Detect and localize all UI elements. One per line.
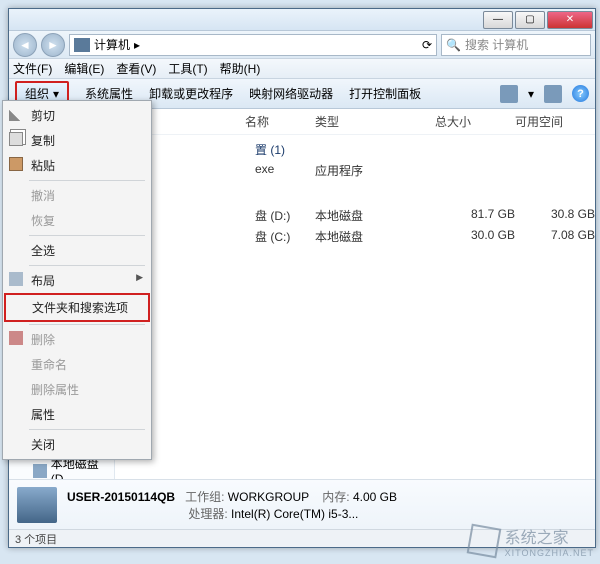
memory-label: 内存: [322,490,349,504]
delete-icon [9,331,23,345]
menu-edit[interactable]: 编辑(E) [64,60,104,77]
menu-layout[interactable]: 布局 [5,268,149,293]
toolbar-control-panel[interactable]: 打开控制面板 [349,85,421,102]
breadcrumb[interactable]: 计算机 [94,36,130,53]
col-total[interactable]: 总大小 [435,113,515,130]
col-name[interactable]: 名称 [245,113,315,130]
menu-rename: 重命名 [5,352,149,377]
nav-row: ◄ ► 计算机 ▸ ⟳ 🔍 搜索 计算机 [9,31,595,59]
menu-delete: 删除 [5,327,149,352]
titlebar: — ▢ ✕ [9,9,595,31]
maximize-button[interactable]: ▢ [515,11,545,29]
menu-close[interactable]: 关闭 [5,432,149,457]
menu-folder-options[interactable]: 文件夹和搜索选项 [4,293,150,322]
menu-remove-props: 删除属性 [5,377,149,402]
separator [29,180,145,181]
menu-cut[interactable]: 剪切 [5,103,149,128]
watermark-url: XITONGZHIA.NET [505,548,594,558]
list-item[interactable]: exe 应用程序 [115,160,595,181]
search-placeholder: 搜索 计算机 [465,36,528,53]
cpu-value: Intel(R) Core(TM) i5-3... [231,507,358,521]
chevron-down-icon[interactable]: ▾ [528,87,534,101]
breadcrumb-sep: ▸ [134,38,140,52]
menu-select-all[interactable]: 全选 [5,238,149,263]
paste-icon [9,157,23,171]
separator [29,265,145,266]
details-pane: USER-20150114QB 工作组: WORKGROUP 内存: 4.00 … [9,479,595,529]
menu-properties[interactable]: 属性 [5,402,149,427]
organize-menu: 剪切 复制 粘贴 撤消 恢复 全选 布局 文件夹和搜索选项 删除 重命名 删除属… [2,100,152,460]
toolbar-map-drive[interactable]: 映射网络驱动器 [249,85,333,102]
cpu-label: 处理器: [188,507,227,521]
menu-copy[interactable]: 复制 [5,128,149,153]
list-item-drive-d[interactable]: 盘 (D:) 本地磁盘 81.7 GB 30.8 GB [115,205,595,226]
toolbar-uninstall[interactable]: 卸载或更改程序 [149,85,233,102]
copy-icon [9,132,23,146]
back-button[interactable]: ◄ [13,33,37,57]
computer-icon [17,487,57,523]
col-free[interactable]: 可用空间 [515,113,595,130]
separator [29,235,145,236]
watermark-logo-icon [466,524,501,559]
view-icon[interactable] [500,85,518,103]
workgroup-label: 工作组: [185,490,224,504]
menu-file[interactable]: 文件(F) [13,60,52,77]
col-type[interactable]: 类型 [315,113,435,130]
forward-button[interactable]: ► [41,33,65,57]
scissors-icon [9,107,23,121]
computer-name: USER-20150114QB [67,490,175,504]
separator [29,324,145,325]
computer-icon [74,38,90,52]
menu-help[interactable]: 帮助(H) [220,60,261,77]
separator [29,429,145,430]
column-headers: 名称 类型 总大小 可用空间 [115,109,595,135]
menu-view[interactable]: 查看(V) [116,60,156,77]
section-hdd[interactable]: 置 (1) [115,135,595,160]
watermark: 系统之家 XITONGZHIA.NET [469,524,594,558]
menu-tools[interactable]: 工具(T) [168,60,207,77]
workgroup-value: WORKGROUP [228,490,309,504]
menu-undo: 撤消 [5,183,149,208]
menu-redo: 恢复 [5,208,149,233]
drive-icon [33,464,47,478]
chevron-down-icon: ▾ [53,87,59,101]
help-icon[interactable]: ? [572,85,589,102]
close-button[interactable]: ✕ [547,11,593,29]
refresh-icon[interactable]: ⟳ [422,38,432,52]
list-item-drive-c[interactable]: 盘 (C:) 本地磁盘 30.0 GB 7.08 GB [115,226,595,247]
layout-icon [9,272,23,286]
item-count: 3 个项目 [15,534,57,546]
menubar: 文件(F) 编辑(E) 查看(V) 工具(T) 帮助(H) [9,59,595,79]
content-pane: 名称 类型 总大小 可用空间 置 (1) exe 应用程序 盘 (D:) 本地磁… [115,109,595,479]
minimize-button[interactable]: — [483,11,513,29]
watermark-text: 系统之家 [505,524,594,548]
memory-value: 4.00 GB [353,490,397,504]
search-input[interactable]: 🔍 搜索 计算机 [441,34,591,56]
preview-pane-icon[interactable] [544,85,562,103]
address-bar[interactable]: 计算机 ▸ ⟳ [69,34,437,56]
search-icon: 🔍 [446,38,461,52]
menu-paste[interactable]: 粘贴 [5,153,149,178]
